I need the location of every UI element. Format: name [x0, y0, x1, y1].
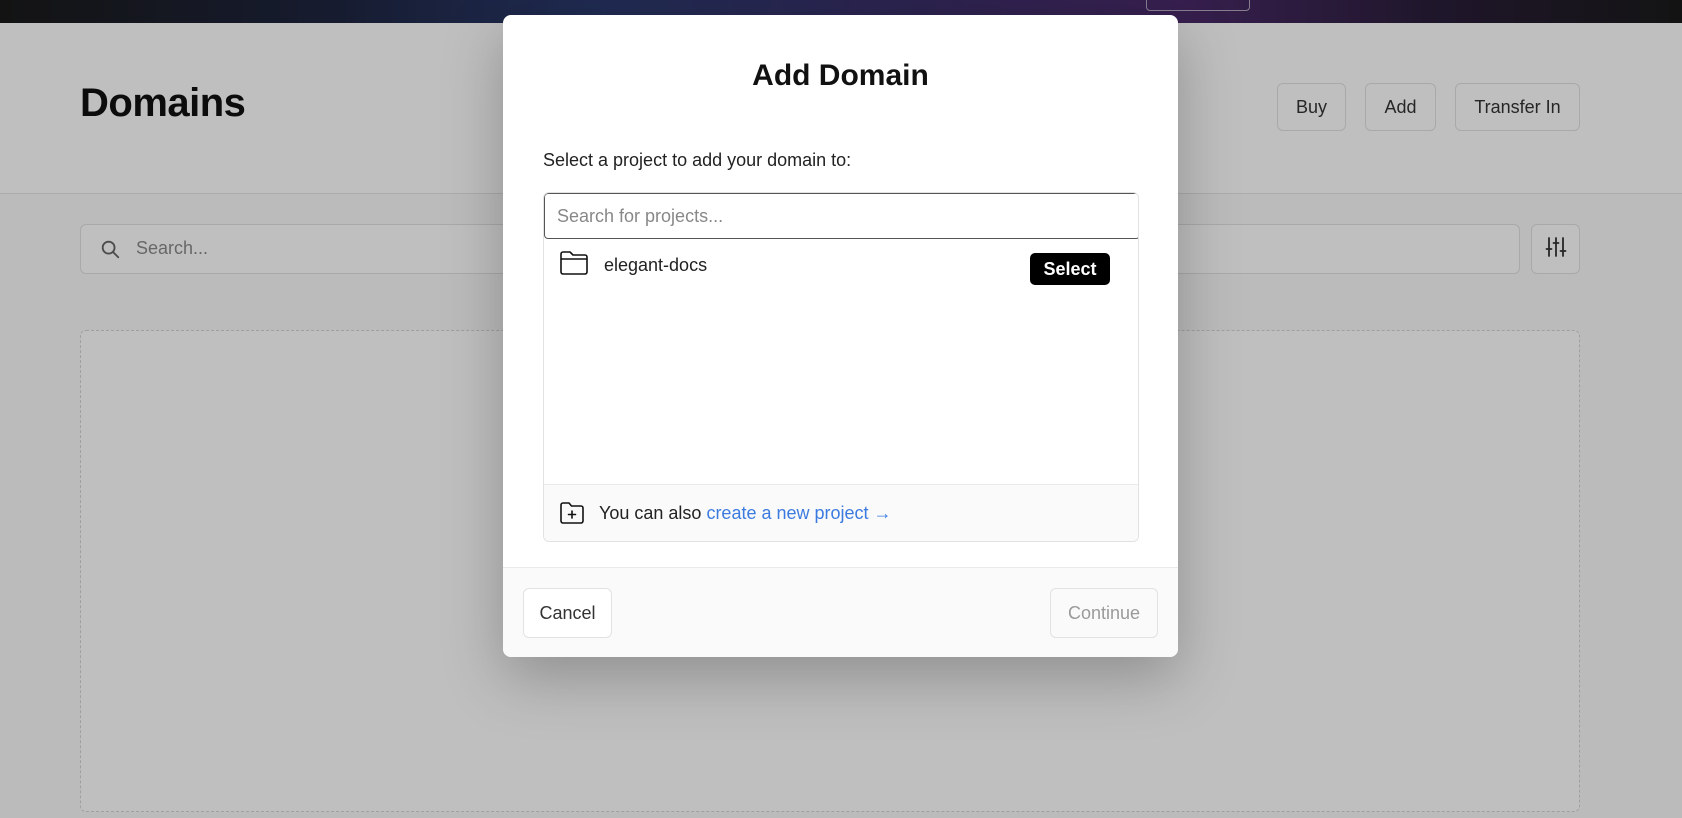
project-item: elegant-docs Select: [544, 239, 1138, 299]
create-project-row: You can also create a new project →: [544, 484, 1138, 541]
select-project-button[interactable]: Select: [1030, 253, 1110, 285]
create-project-text: You can also create a new project →: [599, 503, 892, 524]
create-prefix: You can also: [599, 503, 702, 523]
add-domain-modal: Add Domain Select a project to add your …: [503, 15, 1178, 657]
folder-plus-icon: [559, 501, 585, 530]
project-list: elegant-docs Select You can also create …: [543, 192, 1139, 542]
cancel-button[interactable]: Cancel: [523, 588, 612, 638]
modal-description: Select a project to add your domain to:: [543, 150, 852, 170]
modal-title: Add Domain: [752, 59, 929, 92]
project-search-input[interactable]: [544, 193, 1138, 239]
create-project-link[interactable]: create a new project →: [706, 503, 891, 523]
modal-footer: Cancel Continue: [503, 567, 1178, 657]
continue-button[interactable]: Continue: [1050, 588, 1158, 638]
project-name: elegant-docs: [604, 255, 708, 275]
folder-icon: [559, 250, 589, 281]
